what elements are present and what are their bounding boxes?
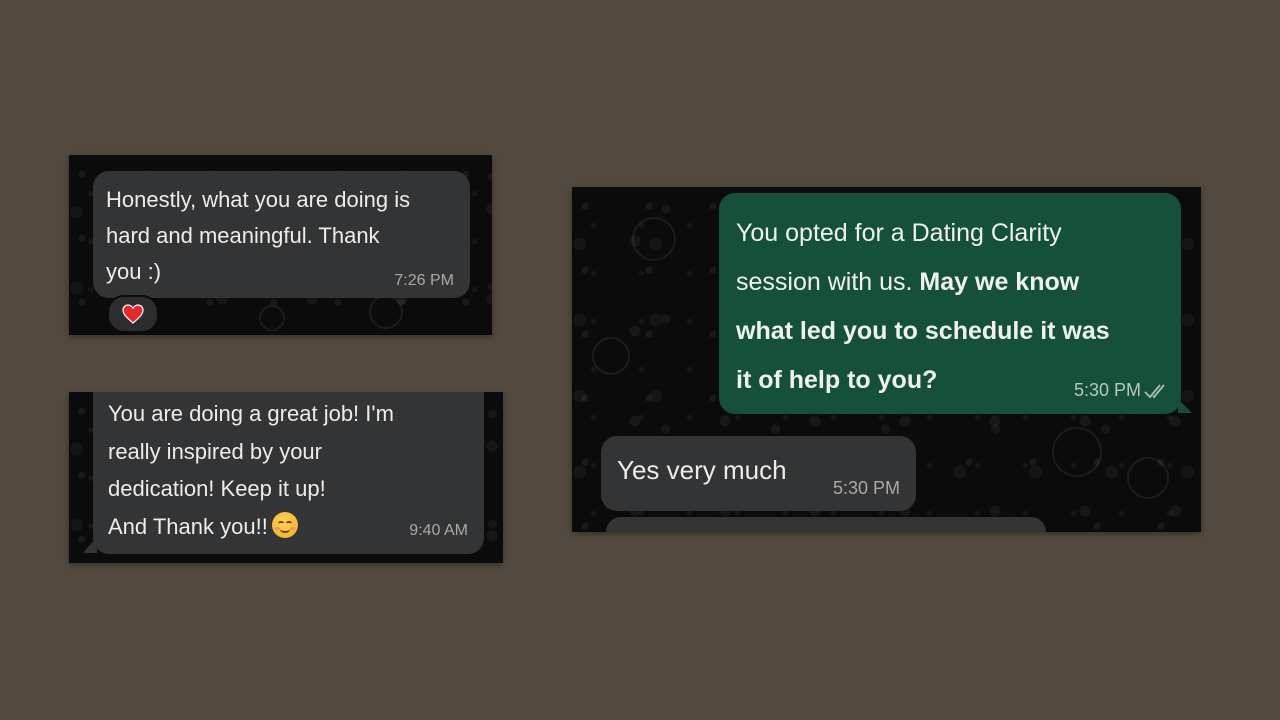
message-timestamp: 5:30 PM: [832, 478, 900, 498]
incoming-message-bubble[interactable]: Yes very much 5:30 PM: [601, 436, 916, 511]
chat-screenshot-2: You are doing a great job! I'm really in…: [69, 392, 503, 563]
wallpaper-doodle: [369, 295, 403, 329]
read-double-check-icon: [1144, 384, 1165, 399]
message-timestamp: 5:30 PM: [1073, 380, 1141, 400]
partial-message-bubble: [606, 517, 1046, 532]
heart-emoji-icon: [122, 304, 144, 324]
incoming-message-bubble[interactable]: You are doing a great job! I'm really in…: [93, 392, 484, 554]
message-text-body: You are doing a great job! I'm really in…: [108, 401, 394, 539]
wallpaper-doodle: [1052, 427, 1102, 477]
wallpaper-doodle: [632, 217, 676, 261]
chat-screenshot-1: Honestly, what you are doing is hard and…: [69, 155, 492, 335]
wallpaper-doodle: [1127, 457, 1169, 499]
message-reaction[interactable]: [107, 295, 159, 333]
incoming-message-bubble[interactable]: Honestly, what you are doing is hard and…: [93, 171, 470, 298]
wallpaper-doodle: [259, 305, 285, 331]
chat-screenshot-3: You opted for a Dating Clarity session w…: [572, 187, 1201, 532]
smiling-face-emoji-icon: [271, 511, 298, 538]
message-timestamp: 7:26 PM: [394, 272, 454, 289]
message-text: Yes very much: [617, 455, 787, 485]
outgoing-message-bubble[interactable]: You opted for a Dating Clarity session w…: [719, 193, 1181, 414]
message-timestamp: 9:40 AM: [409, 522, 468, 539]
message-text: You opted for a Dating Clarity session w…: [736, 209, 1166, 405]
wallpaper-doodle: [592, 337, 630, 375]
